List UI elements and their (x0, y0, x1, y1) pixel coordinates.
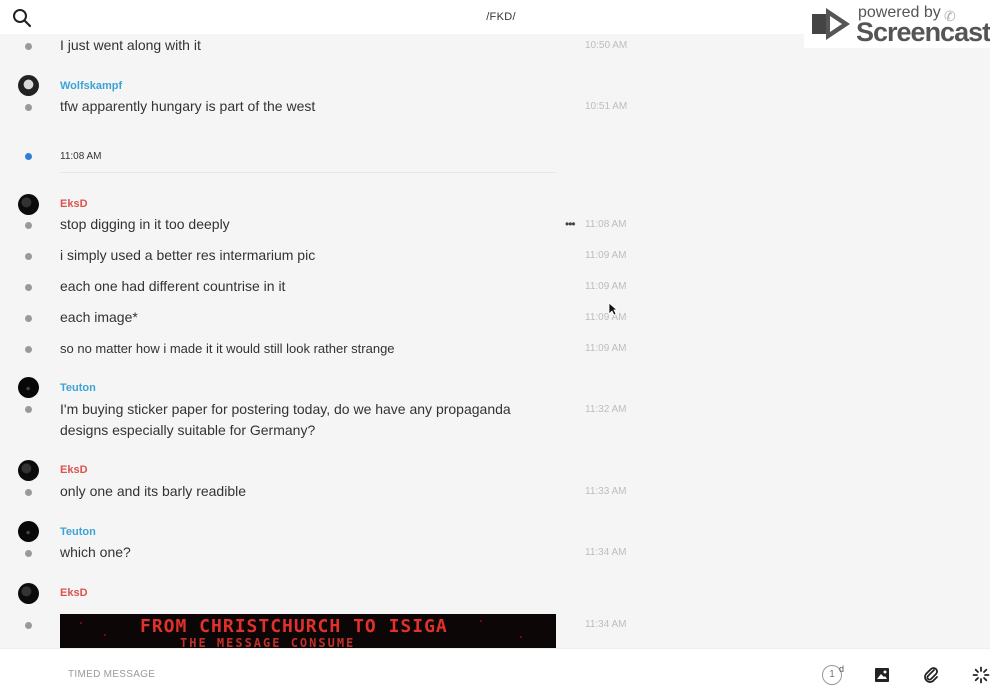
message-time: 11:09 AM (585, 343, 627, 354)
message-time: 11:09 AM (585, 281, 627, 292)
avatar[interactable] (18, 75, 39, 96)
message-time: 10:50 AM (585, 40, 628, 51)
attachment-icon[interactable] (922, 666, 940, 684)
message-author[interactable]: EksD (60, 587, 88, 599)
avatar[interactable] (18, 460, 39, 481)
message-text: only one and its barly readible (60, 483, 247, 499)
message-text: which one? (60, 544, 131, 560)
loading-icon[interactable] (972, 666, 990, 684)
message-dot (25, 43, 32, 50)
message-author[interactable]: Teuton (60, 526, 96, 538)
phone-icon: ✆ (944, 8, 956, 24)
message-dot (25, 253, 32, 260)
message-time: 11:09 AM (585, 250, 627, 261)
separator-time: 11:08 AM (60, 151, 102, 162)
message-author[interactable]: Teuton (60, 382, 96, 394)
message-text: I just went along with it (60, 37, 201, 53)
avatar[interactable] (18, 583, 39, 604)
message-dot (25, 222, 32, 229)
message-time: 11:08 AM (585, 219, 627, 230)
message-time: 10:51 AM (585, 101, 628, 112)
image-caption-secondary: THE MESSAGE CONSUME (180, 636, 356, 648)
message-text-line: designs especially suitable for Germany? (60, 422, 316, 438)
image-icon[interactable] (873, 666, 891, 684)
avatar[interactable] (18, 194, 39, 215)
message-dot (25, 622, 32, 629)
message-text: so no matter how i made it it would stil… (60, 341, 395, 356)
image-caption: FROM CHRISTCHURCH TO ISIGA (140, 616, 448, 637)
message-author[interactable]: EksD (60, 464, 88, 476)
message-author[interactable]: EksD (60, 198, 88, 210)
message-text: i simply used a better res intermarium p… (60, 247, 316, 263)
message-dot (25, 489, 32, 496)
message-time: 11:33 AM (585, 486, 627, 497)
message-time: 11:34 AM (585, 619, 627, 630)
mouse-cursor-icon (608, 302, 619, 321)
image-speck (104, 634, 106, 636)
more-options-icon[interactable]: ••• (565, 217, 576, 231)
separator-line (60, 172, 556, 173)
image-speck (480, 620, 482, 622)
message-text: each image* (60, 309, 138, 325)
message-dot (25, 406, 32, 413)
message-composer: TIMED MESSAGE 1 d (0, 648, 990, 700)
message-author[interactable]: Wolfskampf (60, 80, 122, 92)
message-time: 11:09 AM (585, 312, 627, 323)
image-speck (520, 636, 522, 638)
avatar[interactable] (18, 377, 39, 398)
message-time: 11:32 AM (585, 404, 627, 415)
message-feed[interactable]: I just went along with it 10:50 AM Wolfs… (0, 34, 990, 648)
message-dot (25, 346, 32, 353)
timer-unit: d (839, 664, 845, 674)
message-text-line: I'm buying sticker paper for postering t… (60, 401, 511, 417)
message-input[interactable]: TIMED MESSAGE (68, 669, 155, 680)
message-text: tfw apparently hungary is part of the we… (60, 98, 316, 114)
avatar[interactable] (18, 521, 39, 542)
message-text: each one had different countrise in it (60, 278, 286, 294)
message-dot (25, 104, 32, 111)
message-dot (25, 284, 32, 291)
message-time: 11:34 AM (585, 547, 627, 558)
image-speck (80, 622, 82, 624)
unread-dot (25, 153, 32, 160)
message-text: stop digging in it too deeply (60, 216, 230, 232)
message-image[interactable]: FROM CHRISTCHURCH TO ISIGA THE MESSAGE C… (60, 614, 556, 648)
message-dot (25, 315, 32, 322)
message-dot (25, 550, 32, 557)
